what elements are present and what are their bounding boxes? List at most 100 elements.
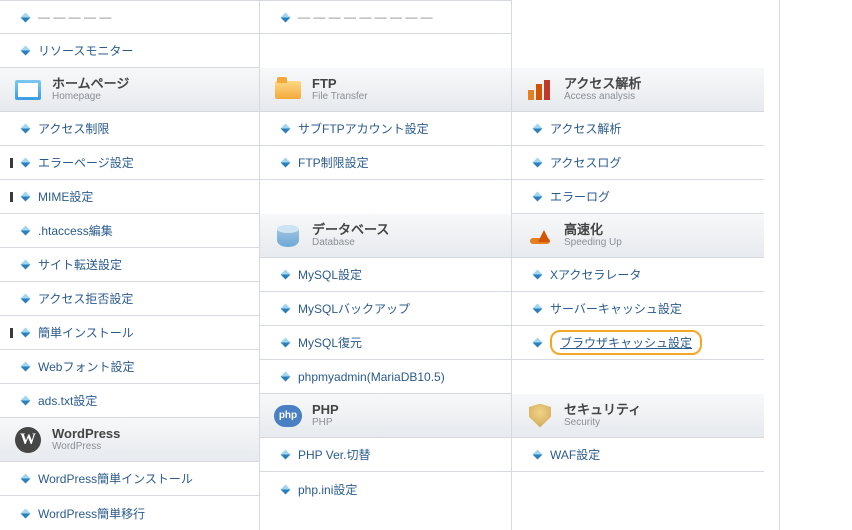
bullet-icon: [533, 192, 543, 202]
nav-item-htaccess[interactable]: .htaccess編集: [0, 214, 259, 248]
section-header-wordpress: W WordPressWordPress: [0, 418, 259, 462]
nav-label: ads.txt設定: [38, 392, 97, 409]
section-title: アクセス解析: [564, 77, 641, 91]
php-icon: php: [274, 404, 302, 428]
nav-item-error-page[interactable]: エラーページ設定: [0, 146, 259, 180]
bullet-icon: [281, 450, 291, 460]
section-header-access: アクセス解析Access analysis: [512, 68, 764, 112]
bullet-icon: [21, 226, 31, 236]
section-header-speed: 高速化Speeding Up: [512, 214, 764, 258]
nav-item-error-log[interactable]: エラーログ: [512, 180, 764, 214]
nav-label: エラーページ設定: [38, 154, 134, 171]
nav-label: アクセス拒否設定: [38, 290, 133, 307]
chart-icon: [526, 78, 554, 102]
bullet-icon: [21, 158, 31, 168]
bullet-icon: [533, 124, 543, 134]
nav-label: サブFTPアカウント設定: [298, 120, 429, 137]
bullet-icon: [281, 338, 291, 348]
section-subtitle: Security: [564, 417, 641, 428]
nav-item-wp-install[interactable]: WordPress簡単インストール: [0, 462, 259, 496]
nav-label: MySQL復元: [298, 334, 362, 351]
nav-item-waf[interactable]: WAF設定: [512, 438, 764, 472]
nav-item-sub-ftp[interactable]: サブFTPアカウント設定: [260, 112, 511, 146]
section-title: FTP: [312, 77, 368, 91]
nav-item-php-ver[interactable]: PHP Ver.切替: [260, 438, 511, 472]
nav-item[interactable]: — — — — —: [0, 0, 259, 34]
nav-label: アクセスログ: [550, 154, 621, 171]
speed-icon: [526, 224, 554, 248]
section-subtitle: File Transfer: [312, 91, 368, 102]
section-header-security: セキュリティSecurity: [512, 394, 764, 438]
bullet-icon: [21, 260, 31, 270]
nav-item-mysql-backup[interactable]: MySQLバックアップ: [260, 292, 511, 326]
section-header-php: php PHPPHP: [260, 394, 511, 438]
nav-label: WAF設定: [550, 446, 600, 463]
nav-label: WordPress簡単移行: [38, 505, 145, 522]
nav-item-server-cache[interactable]: サーバーキャッシュ設定: [512, 292, 764, 326]
bullet-icon: [281, 158, 291, 168]
nav-label: .htaccess編集: [38, 222, 113, 239]
nav-label: MIME設定: [38, 188, 93, 205]
bullet-icon: [533, 338, 543, 348]
nav-item-adstxt[interactable]: ads.txt設定: [0, 384, 259, 418]
nav-label: PHP Ver.切替: [298, 446, 370, 463]
bullet-icon: [281, 484, 291, 494]
bullet-icon: [21, 328, 31, 338]
nav-item[interactable]: — — — — — — — — —: [260, 0, 511, 34]
nav-item-wp-migrate[interactable]: WordPress簡単移行: [0, 496, 259, 530]
section-subtitle: PHP: [312, 417, 339, 428]
nav-item-mime[interactable]: MIME設定: [0, 180, 259, 214]
nav-label: WordPress簡単インストール: [38, 470, 193, 487]
nav-item-site-transfer[interactable]: サイト転送設定: [0, 248, 259, 282]
wordpress-icon: W: [14, 428, 42, 452]
column-left: — — — — — リソースモニター ホームページHomepage アクセス制限…: [0, 0, 260, 530]
section-title: 高速化: [564, 223, 622, 237]
nav-item-browser-cache[interactable]: ブラウザキャッシュ設定: [512, 326, 764, 360]
bullet-icon: [281, 304, 291, 314]
bullet-icon: [21, 362, 31, 372]
bullet-icon: [533, 158, 543, 168]
section-subtitle: Access analysis: [564, 91, 641, 102]
nav-label: MySQL設定: [298, 266, 362, 283]
nav-item-phpmyadmin[interactable]: phpmyadmin(MariaDB10.5): [260, 360, 511, 394]
nav-label: 簡単インストール: [38, 324, 134, 341]
section-title: WordPress: [52, 427, 120, 441]
shield-icon: [526, 404, 554, 428]
nav-item-access-limit[interactable]: アクセス制限: [0, 112, 259, 146]
column-right: アクセス解析Access analysis アクセス解析 アクセスログ エラーロ…: [512, 0, 764, 530]
nav-label: FTP制限設定: [298, 154, 369, 171]
section-subtitle: Database: [312, 237, 389, 248]
bullet-icon: [21, 192, 31, 202]
bullet-icon: [21, 46, 31, 56]
nav-label: アクセス制限: [38, 120, 109, 137]
nav-label-highlighted: ブラウザキャッシュ設定: [550, 330, 702, 355]
nav-item-ftp-limit[interactable]: FTP制限設定: [260, 146, 511, 180]
nav-label: サーバーキャッシュ設定: [550, 300, 682, 317]
bullet-icon: [21, 474, 31, 484]
nav-item-resource-monitor[interactable]: リソースモニター: [0, 34, 259, 68]
nav-item-xaccel[interactable]: Xアクセラレータ: [512, 258, 764, 292]
section-header-homepage: ホームページHomepage: [0, 68, 259, 112]
nav-item-access-analysis[interactable]: アクセス解析: [512, 112, 764, 146]
bullet-icon: [533, 304, 543, 314]
section-title: ホームページ: [52, 77, 129, 91]
nav-item-easy-install[interactable]: 簡単インストール: [0, 316, 259, 350]
nav-label: Xアクセラレータ: [550, 266, 641, 283]
nav-item-mysql-restore[interactable]: MySQL復元: [260, 326, 511, 360]
nav-item-webfont[interactable]: Webフォント設定: [0, 350, 259, 384]
column-middle: — — — — — — — — — FTPFile Transfer サブFTP…: [260, 0, 512, 530]
section-subtitle: WordPress: [52, 441, 120, 452]
nav-label: エラーログ: [550, 188, 610, 205]
nav-item-access-deny[interactable]: アクセス拒否設定: [0, 282, 259, 316]
nav-item-access-log[interactable]: アクセスログ: [512, 146, 764, 180]
bullet-icon: [21, 124, 31, 134]
section-title: セキュリティ: [564, 403, 641, 417]
bullet-icon: [281, 372, 291, 382]
nav-label: phpmyadmin(MariaDB10.5): [298, 370, 445, 384]
section-title: データベース: [312, 223, 389, 237]
nav-item-mysql[interactable]: MySQL設定: [260, 258, 511, 292]
nav-label: Webフォント設定: [38, 358, 134, 375]
bullet-icon: [281, 270, 291, 280]
bullet-icon: [533, 270, 543, 280]
nav-item-php-ini[interactable]: php.ini設定: [260, 472, 511, 506]
